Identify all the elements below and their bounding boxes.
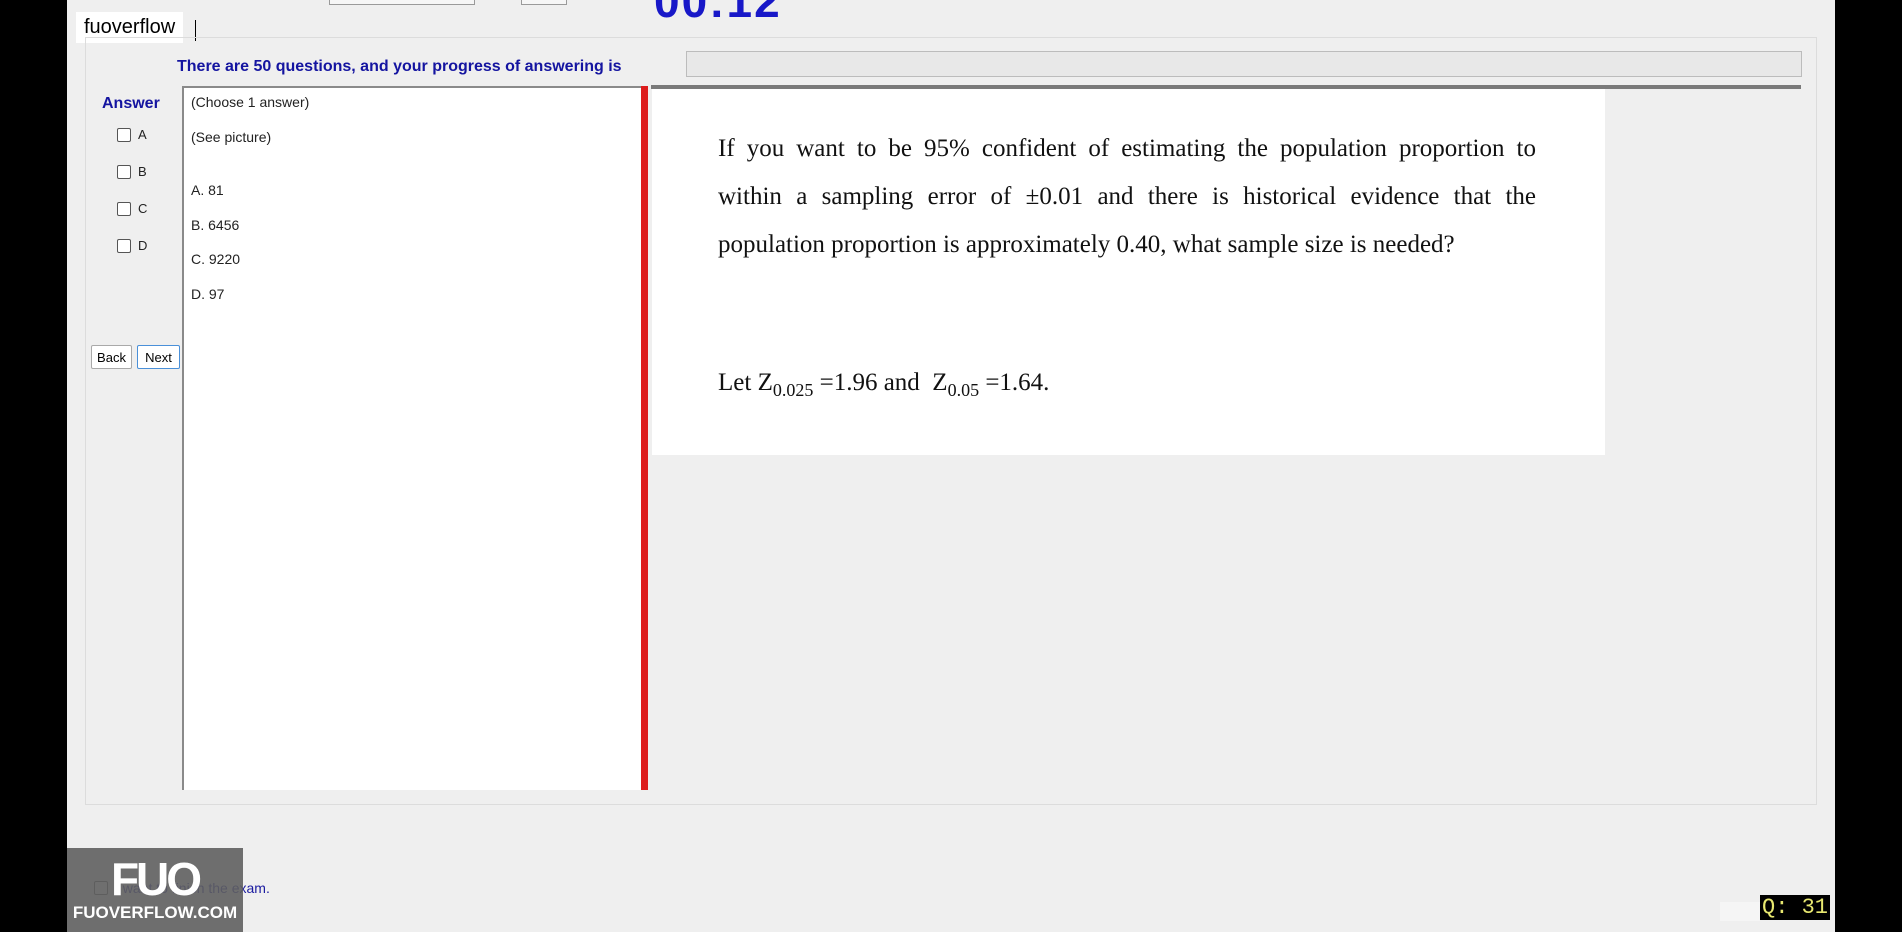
checkbox-c[interactable] [117, 201, 131, 216]
question-text: If you want to be 95% confident of estim… [718, 135, 1536, 258]
answer-option-c[interactable]: C [117, 201, 147, 216]
answer-option-a-label: A [138, 127, 147, 142]
choice-item: D. 97 [191, 286, 225, 302]
question-formula: Let Z0.025 =1.96 and Z0.05 =1.64. [718, 369, 1049, 401]
answer-option-d[interactable]: D [117, 238, 147, 253]
panel-divider[interactable] [641, 86, 648, 790]
see-picture-note: (See picture) [191, 129, 272, 145]
top-combobox[interactable] [329, 0, 475, 5]
overlay-box [1720, 902, 1760, 921]
top-button[interactable] [521, 0, 567, 5]
watermark-logo: FUO FUOVERFLOW.COM [67, 848, 243, 932]
answer-option-a[interactable]: A [117, 127, 147, 142]
question-number-overlay: Q: 31 [1760, 895, 1831, 920]
choose-instruction: (Choose 1 answer) [191, 94, 310, 110]
choice-item: C. 9220 [191, 251, 241, 267]
formula-prefix: Let Z [718, 369, 773, 396]
choices-panel: (Choose 1 answer) (See picture) A. 81 B.… [182, 86, 646, 790]
z1-subscript: 0.025 [772, 380, 814, 400]
watermark-text: FUOVERFLOW.COM [72, 903, 238, 922]
z2-subscript: 0.05 [947, 380, 980, 400]
watermark-mark: FUO [110, 853, 202, 905]
answer-option-c-label: C [138, 201, 148, 216]
progress-label: There are 50 questions, and your progres… [177, 58, 622, 75]
choice-item: A. 81 [191, 182, 224, 198]
answer-title: Answer [102, 95, 160, 112]
back-button[interactable]: Back [91, 345, 132, 369]
z2-value: =1.64. [985, 369, 1050, 396]
exam-window: 00:12 fuoverflow There are 50 questions,… [67, 0, 1835, 932]
exam-timer: 00:12 [654, 0, 782, 27]
answer-option-b[interactable]: B [117, 164, 147, 179]
z1-value: =1.96 and Z [819, 369, 948, 396]
answer-option-b-label: B [138, 164, 147, 179]
question-image: If you want to be 95% confident of estim… [652, 89, 1605, 455]
progress-bar [686, 51, 1802, 77]
checkbox-d[interactable] [117, 238, 131, 253]
choice-item: B. 6456 [191, 217, 240, 233]
next-button[interactable]: Next [137, 345, 180, 369]
checkbox-b[interactable] [117, 164, 131, 179]
answer-option-d-label: D [138, 238, 148, 253]
checkbox-a[interactable] [117, 127, 131, 142]
